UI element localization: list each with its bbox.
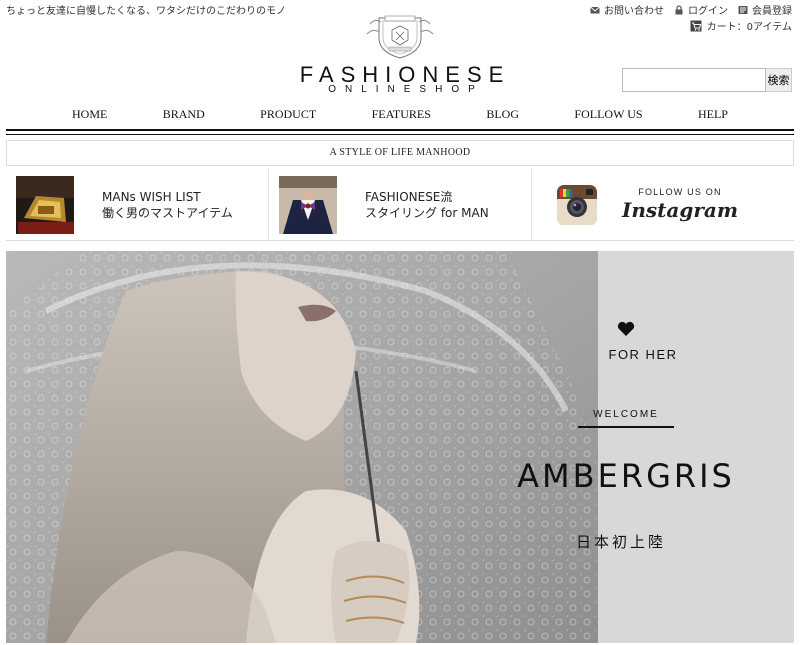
- main-nav: HOME BRAND PRODUCT FEATURES BLOG FOLLOW …: [70, 107, 730, 122]
- logo-emblem: [366, 15, 434, 59]
- nav-follow-us[interactable]: FOLLOW US: [572, 107, 644, 122]
- register-link[interactable]: 会員登録: [738, 2, 792, 17]
- nav-home[interactable]: HOME: [70, 107, 109, 122]
- style-banner: A STYLE OF LIFE MANHOOD: [6, 140, 794, 166]
- nav-product[interactable]: PRODUCT: [258, 107, 318, 122]
- register-label: 会員登録: [752, 6, 792, 17]
- nav-features[interactable]: FEATURES: [370, 107, 433, 122]
- search-form: 検索: [622, 68, 792, 92]
- nav-divider-thin: [6, 134, 794, 135]
- contact-label: お問い合わせ: [604, 6, 664, 17]
- hero-text-panel: [598, 251, 794, 643]
- register-icon: [738, 5, 748, 14]
- styling-thumbnail: [279, 175, 337, 234]
- search-input[interactable]: [622, 68, 766, 92]
- contact-link[interactable]: お問い合わせ: [590, 2, 664, 17]
- nav-brand[interactable]: BRAND: [161, 107, 207, 122]
- wish-list-thumbnail: [16, 175, 74, 234]
- hero-welcome: WELCOME: [593, 409, 659, 420]
- hero-title: AMBERGRIS: [517, 457, 735, 495]
- tagline: ちょっと友達に自慢したくなる、ワタシだけのこだわりのモノ: [6, 6, 286, 17]
- cart-icon: [690, 20, 702, 31]
- instagram-icon: [557, 184, 597, 225]
- utility-links: お問い合わせ ログイン 会員登録: [590, 2, 792, 17]
- hero-for-her: FOR HER: [608, 347, 678, 362]
- search-button[interactable]: 検索: [766, 68, 792, 92]
- feature-strip: MANs WISH LIST 働く男のマストアイテム FASHIONESE流 ス…: [6, 169, 794, 241]
- welcome-underline: [578, 426, 674, 428]
- instagram-follow-label: FOLLOW US ON: [638, 187, 722, 197]
- nav-divider-thick: [6, 129, 794, 131]
- styling-text: FASHIONESE流 スタイリング for MAN: [365, 189, 489, 221]
- wish-list-subtitle: 働く男のマストアイテム: [102, 205, 233, 220]
- instagram-text: FOLLOW US ON Instagram: [622, 187, 738, 222]
- heart-icon: [617, 321, 635, 336]
- wish-list-text: MANs WISH LIST 働く男のマストアイテム: [102, 189, 233, 221]
- hero-photo: [6, 251, 598, 643]
- wish-list-title: MANs WISH LIST: [102, 189, 201, 204]
- hero-banner[interactable]: FOR HER WELCOME AMBERGRIS 日本初上陸: [6, 251, 794, 643]
- instagram-wordmark: Instagram: [622, 198, 738, 222]
- styling-title: FASHIONESE流: [365, 189, 453, 204]
- cart-link[interactable]: カート：0アイテム: [690, 18, 792, 33]
- feature-styling[interactable]: FASHIONESE流 スタイリング for MAN: [269, 169, 532, 240]
- nav-blog[interactable]: BLOG: [484, 107, 521, 122]
- feature-instagram[interactable]: FOLLOW US ON Instagram: [532, 169, 794, 240]
- lock-icon: [675, 4, 683, 14]
- styling-subtitle: スタイリング for MAN: [365, 205, 489, 220]
- cart-label: カート：0アイテム: [706, 22, 792, 33]
- feature-wish-list[interactable]: MANs WISH LIST 働く男のマストアイテム: [6, 169, 269, 240]
- login-label: ログイン: [688, 6, 728, 17]
- nav-help[interactable]: HELP: [696, 107, 730, 122]
- login-link[interactable]: ログイン: [674, 2, 728, 17]
- hero-subtitle: 日本初上陸: [575, 533, 666, 551]
- mail-icon: [590, 6, 600, 13]
